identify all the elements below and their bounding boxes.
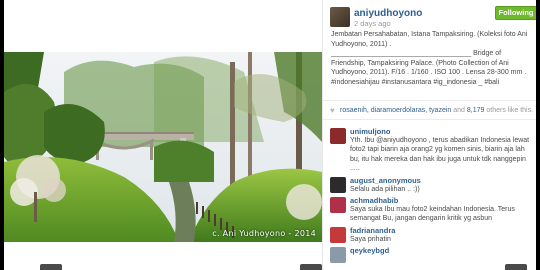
post-header: aniyudhoyono 2 days ago Following [323,0,536,30]
commenter-avatar[interactable] [330,176,346,193]
comment-item: qeykeybgd [323,246,536,264]
comment-text: Saya prihatin [350,235,391,243]
commenter-username[interactable]: fadrianandra [350,226,531,235]
likers-names[interactable]: rosaenih, diaramoerdolaras, tyazein [340,107,451,114]
heart-icon[interactable]: ♥ [330,106,335,115]
post-modal: c. Ani Yudhoyono - 2014 aniyudhoyono 2 d… [4,0,536,270]
caption-line: Jembatan Persahabatan, Istana Tampaksiri… [331,31,528,48]
photo-image [4,52,322,242]
commenter-username[interactable]: unimuljono [350,127,531,136]
commenter-avatar[interactable] [330,226,346,243]
post-photo[interactable]: c. Ani Yudhoyono - 2014 [4,52,322,242]
author-avatar[interactable] [330,7,350,27]
post-caption: Jembatan Persahabatan, Istana Tampaksiri… [331,30,533,88]
likes-count[interactable]: 8,179 [467,107,485,114]
comment-text: Saya suka Ibu mau foto2 keindahan Indone… [350,206,515,223]
nav-tab-center[interactable] [300,264,322,270]
commenter-username[interactable]: august_anonymous [350,176,531,185]
commenter-avatar[interactable] [330,247,346,264]
following-button[interactable]: Following [495,6,536,20]
comment-text: Yth. Ibu @aniyudhoyono , terus abadikan … [350,137,530,173]
comment-text: Selalu ada pilihan .. :)) [350,185,420,193]
nav-tab-left[interactable] [40,264,62,270]
commenter-username[interactable]: qeykeybgd [350,246,531,255]
nav-tab-right[interactable] [505,264,527,270]
post-timestamp: 2 days ago [354,19,391,28]
likes-summary: ♥ rosaenih, diaramoerdolaras, tyazein an… [323,100,536,120]
photo-pane: c. Ani Yudhoyono - 2014 [4,0,322,270]
caption-line: ____________________________________ Bri… [331,50,527,86]
comment-item: unimuljono Yth. Ibu @aniyudhoyono , teru… [323,127,536,174]
likes-suffix: others like this. [486,107,534,114]
commenter-avatar[interactable] [330,128,346,144]
comments-list: unimuljono Yth. Ibu @aniyudhoyono , teru… [323,127,536,264]
photo-credit: c. Ani Yudhoyono - 2014 [212,229,316,238]
commenter-avatar[interactable] [330,197,346,214]
comment-item: fadrianandra Saya prihatin [323,226,536,244]
comment-item: august_anonymous Selalu ada pilihan .. :… [323,176,536,194]
post-sidebar: aniyudhoyono 2 days ago Following Jembat… [322,0,536,270]
author-username[interactable]: aniyudhoyono [354,8,422,19]
comment-item: achmadhabib Saya suka Ibu mau foto2 kein… [323,196,536,224]
likes-connector: and [453,107,465,114]
commenter-username[interactable]: achmadhabib [350,196,531,205]
